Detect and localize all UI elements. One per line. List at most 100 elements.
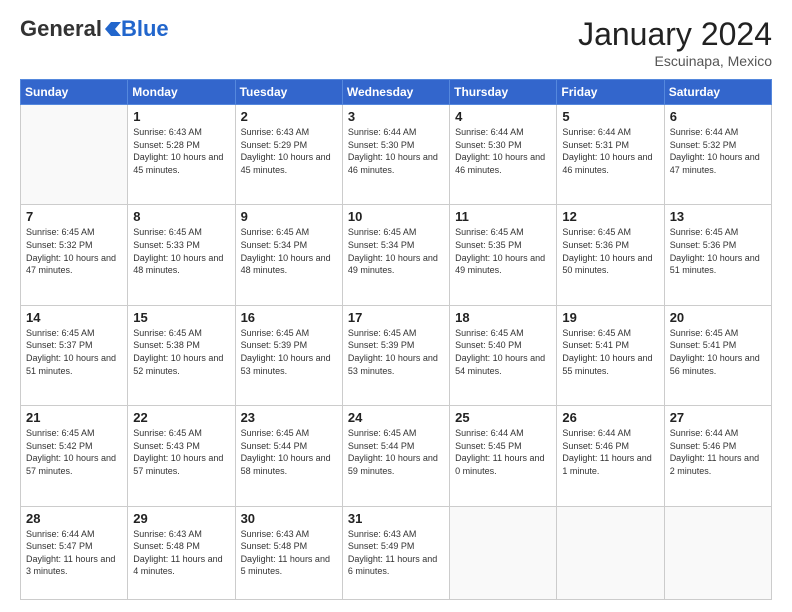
day-info: Sunrise: 6:43 AM Sunset: 5:29 PM Dayligh… — [241, 126, 337, 176]
calendar-cell: 14 Sunrise: 6:45 AM Sunset: 5:37 PM Dayli… — [21, 305, 128, 405]
day-info: Sunrise: 6:44 AM Sunset: 5:32 PM Dayligh… — [670, 126, 766, 176]
day-info: Sunrise: 6:43 AM Sunset: 5:48 PM Dayligh… — [133, 528, 229, 578]
day-info: Sunrise: 6:43 AM Sunset: 5:28 PM Dayligh… — [133, 126, 229, 176]
calendar-cell: 22Sunrise: 6:45 AM Sunset: 5:43 PM Dayli… — [128, 406, 235, 506]
calendar-cell: 21Sunrise: 6:45 AM Sunset: 5:42 PM Dayli… — [21, 406, 128, 506]
location: Escuinapa, Mexico — [578, 53, 772, 69]
day-header-saturday: Saturday — [664, 80, 771, 105]
calendar-week-row: 14 Sunrise: 6:45 AM Sunset: 5:37 PM Dayli… — [21, 305, 772, 405]
day-header-friday: Friday — [557, 80, 664, 105]
day-number: 13 — [670, 209, 766, 224]
day-number: 30 — [241, 511, 337, 526]
day-header-sunday: Sunday — [21, 80, 128, 105]
day-number: 5 — [562, 109, 658, 124]
calendar-cell — [450, 506, 557, 600]
day-number: 14 — [26, 310, 122, 325]
day-number: 7 — [26, 209, 122, 224]
calendar-cell: 15 Sunrise: 6:45 AM Sunset: 5:38 PM Dayli… — [128, 305, 235, 405]
day-info: Sunrise: 6:45 AM Sunset: 5:41 PM Dayligh… — [562, 327, 658, 377]
calendar-cell: 2 Sunrise: 6:43 AM Sunset: 5:29 PM Daylig… — [235, 105, 342, 205]
calendar-cell: 8Sunrise: 6:45 AM Sunset: 5:33 PM Daylig… — [128, 205, 235, 305]
calendar-cell: 24 Sunrise: 6:45 AM Sunset: 5:44 PM Dayli… — [342, 406, 449, 506]
day-number: 22 — [133, 410, 229, 425]
calendar-cell: 31 Sunrise: 6:43 AM Sunset: 5:49 PM Dayli… — [342, 506, 449, 600]
calendar-cell: 19 Sunrise: 6:45 AM Sunset: 5:41 PM Dayli… — [557, 305, 664, 405]
day-info: Sunrise: 6:45 AM Sunset: 5:44 PM Dayligh… — [348, 427, 444, 477]
day-number: 15 — [133, 310, 229, 325]
logo-blue-text: Blue — [121, 16, 169, 42]
calendar-cell: 16Sunrise: 6:45 AM Sunset: 5:39 PM Dayli… — [235, 305, 342, 405]
logo-general-text: General — [20, 16, 102, 42]
day-number: 25 — [455, 410, 551, 425]
calendar-week-row: 1 Sunrise: 6:43 AM Sunset: 5:28 PM Daylig… — [21, 105, 772, 205]
day-info: Sunrise: 6:43 AM Sunset: 5:48 PM Dayligh… — [241, 528, 337, 578]
day-header-tuesday: Tuesday — [235, 80, 342, 105]
logo-flag-icon — [103, 20, 121, 38]
day-number: 11 — [455, 209, 551, 224]
day-number: 26 — [562, 410, 658, 425]
day-info: Sunrise: 6:44 AM Sunset: 5:45 PM Dayligh… — [455, 427, 551, 477]
calendar-cell — [557, 506, 664, 600]
day-header-thursday: Thursday — [450, 80, 557, 105]
day-number: 12 — [562, 209, 658, 224]
calendar-week-row: 7 Sunrise: 6:45 AM Sunset: 5:32 PM Daylig… — [21, 205, 772, 305]
calendar-cell: 17 Sunrise: 6:45 AM Sunset: 5:39 PM Dayli… — [342, 305, 449, 405]
day-header-wednesday: Wednesday — [342, 80, 449, 105]
calendar-week-row: 21Sunrise: 6:45 AM Sunset: 5:42 PM Dayli… — [21, 406, 772, 506]
day-number: 27 — [670, 410, 766, 425]
day-number: 19 — [562, 310, 658, 325]
day-number: 2 — [241, 109, 337, 124]
day-info: Sunrise: 6:45 AM Sunset: 5:34 PM Dayligh… — [241, 226, 337, 276]
day-number: 28 — [26, 511, 122, 526]
calendar-cell: 3Sunrise: 6:44 AM Sunset: 5:30 PM Daylig… — [342, 105, 449, 205]
day-number: 29 — [133, 511, 229, 526]
calendar-header-row: SundayMondayTuesdayWednesdayThursdayFrid… — [21, 80, 772, 105]
calendar-cell: 13 Sunrise: 6:45 AM Sunset: 5:36 PM Dayli… — [664, 205, 771, 305]
day-info: Sunrise: 6:44 AM Sunset: 5:47 PM Dayligh… — [26, 528, 122, 578]
day-info: Sunrise: 6:43 AM Sunset: 5:49 PM Dayligh… — [348, 528, 444, 578]
day-number: 21 — [26, 410, 122, 425]
calendar-cell: 29 Sunrise: 6:43 AM Sunset: 5:48 PM Dayli… — [128, 506, 235, 600]
day-info: Sunrise: 6:45 AM Sunset: 5:39 PM Dayligh… — [348, 327, 444, 377]
calendar-cell — [21, 105, 128, 205]
calendar-cell: 5Sunrise: 6:44 AM Sunset: 5:31 PM Daylig… — [557, 105, 664, 205]
calendar-cell: 7 Sunrise: 6:45 AM Sunset: 5:32 PM Daylig… — [21, 205, 128, 305]
day-info: Sunrise: 6:45 AM Sunset: 5:32 PM Dayligh… — [26, 226, 122, 276]
day-number: 10 — [348, 209, 444, 224]
day-number: 17 — [348, 310, 444, 325]
day-info: Sunrise: 6:45 AM Sunset: 5:41 PM Dayligh… — [670, 327, 766, 377]
day-info: Sunrise: 6:45 AM Sunset: 5:34 PM Dayligh… — [348, 226, 444, 276]
day-number: 6 — [670, 109, 766, 124]
day-info: Sunrise: 6:45 AM Sunset: 5:40 PM Dayligh… — [455, 327, 551, 377]
day-info: Sunrise: 6:45 AM Sunset: 5:38 PM Dayligh… — [133, 327, 229, 377]
calendar-cell: 11Sunrise: 6:45 AM Sunset: 5:35 PM Dayli… — [450, 205, 557, 305]
day-number: 1 — [133, 109, 229, 124]
calendar-cell: 30 Sunrise: 6:43 AM Sunset: 5:48 PM Dayli… — [235, 506, 342, 600]
page: General Blue January 2024 Escuinapa, Mex… — [0, 0, 792, 612]
day-number: 9 — [241, 209, 337, 224]
day-header-monday: Monday — [128, 80, 235, 105]
calendar-week-row: 28 Sunrise: 6:44 AM Sunset: 5:47 PM Dayli… — [21, 506, 772, 600]
day-info: Sunrise: 6:45 AM Sunset: 5:36 PM Dayligh… — [670, 226, 766, 276]
title-block: January 2024 Escuinapa, Mexico — [578, 16, 772, 69]
day-info: Sunrise: 6:45 AM Sunset: 5:37 PM Dayligh… — [26, 327, 122, 377]
day-number: 20 — [670, 310, 766, 325]
day-number: 18 — [455, 310, 551, 325]
month-title: January 2024 — [578, 16, 772, 53]
calendar-cell: 25 Sunrise: 6:44 AM Sunset: 5:45 PM Dayli… — [450, 406, 557, 506]
calendar-cell: 4Sunrise: 6:44 AM Sunset: 5:30 PM Daylig… — [450, 105, 557, 205]
day-number: 16 — [241, 310, 337, 325]
calendar-table: SundayMondayTuesdayWednesdayThursdayFrid… — [20, 79, 772, 600]
calendar-cell: 18 Sunrise: 6:45 AM Sunset: 5:40 PM Dayli… — [450, 305, 557, 405]
day-info: Sunrise: 6:45 AM Sunset: 5:33 PM Dayligh… — [133, 226, 229, 276]
day-number: 24 — [348, 410, 444, 425]
day-number: 31 — [348, 511, 444, 526]
logo: General Blue — [20, 16, 169, 42]
calendar-cell: 23Sunrise: 6:45 AM Sunset: 5:44 PM Dayli… — [235, 406, 342, 506]
calendar-cell: 28 Sunrise: 6:44 AM Sunset: 5:47 PM Dayli… — [21, 506, 128, 600]
calendar-cell: 9 Sunrise: 6:45 AM Sunset: 5:34 PM Daylig… — [235, 205, 342, 305]
calendar-cell: 1 Sunrise: 6:43 AM Sunset: 5:28 PM Daylig… — [128, 105, 235, 205]
day-info: Sunrise: 6:45 AM Sunset: 5:36 PM Dayligh… — [562, 226, 658, 276]
calendar-cell: 10 Sunrise: 6:45 AM Sunset: 5:34 PM Dayli… — [342, 205, 449, 305]
calendar-cell: 27Sunrise: 6:44 AM Sunset: 5:46 PM Dayli… — [664, 406, 771, 506]
